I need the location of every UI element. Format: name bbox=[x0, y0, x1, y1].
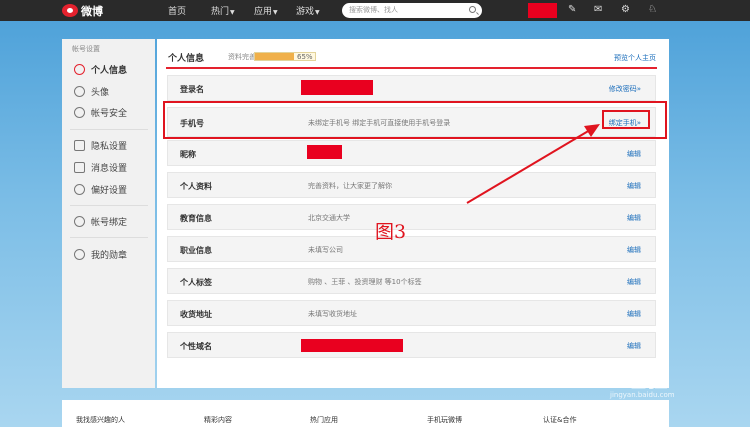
watermark: Bai 经验 bbox=[577, 368, 668, 393]
footer: 我找感兴趣的人 精彩内容 热门应用 手机玩微博 认证&合作 bbox=[62, 400, 669, 427]
watermark-url: jingyan.baidu.com bbox=[610, 391, 675, 399]
figure-label: 图3 bbox=[375, 221, 407, 243]
footer-link[interactable]: 认证&合作 bbox=[543, 415, 576, 425]
footer-link[interactable]: 手机玩微博 bbox=[427, 415, 462, 425]
footer-link[interactable]: 精彩内容 bbox=[204, 415, 232, 425]
footer-link[interactable]: 我找感兴趣的人 bbox=[76, 415, 125, 425]
footer-link[interactable]: 热门应用 bbox=[310, 415, 338, 425]
